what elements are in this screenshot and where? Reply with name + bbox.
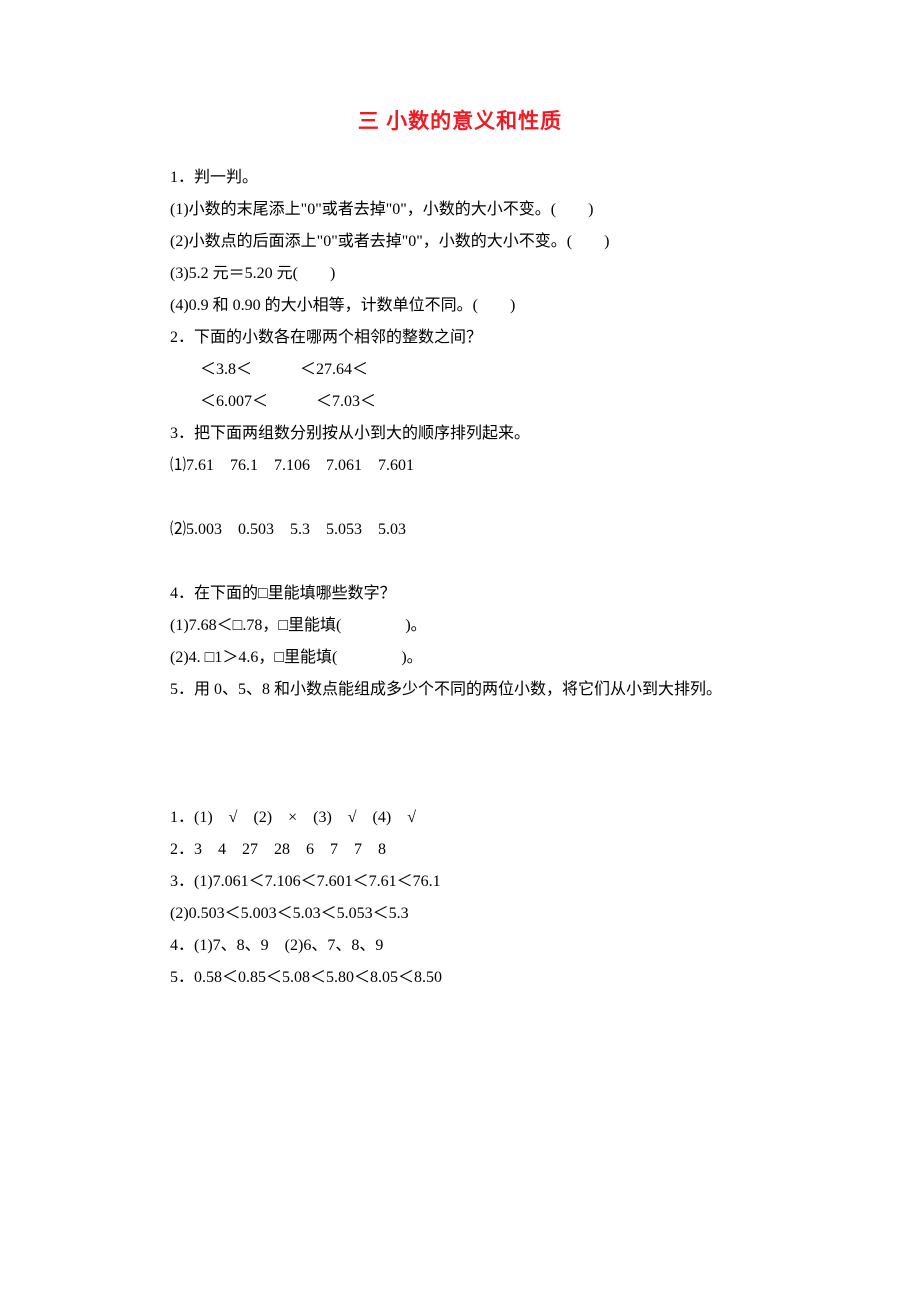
q1-stem: 1．判一判。: [170, 162, 750, 194]
spacer: [170, 482, 750, 514]
q4-stem: 4．在下面的□里能填哪些数字？: [170, 578, 750, 610]
q3-stem: 3．把下面两组数分别按从小到大的顺序排列起来。: [170, 418, 750, 450]
q1-item-4: (4)0.9 和 0.90 的大小相等，计数单位不同。( ): [170, 290, 750, 322]
ans-5: 5．0.58＜0.85＜5.08＜5.80＜8.05＜8.50: [170, 962, 750, 994]
q1-item-3: (3)5.2 元＝5.20 元( ): [170, 258, 750, 290]
ans-3-1: 3．(1)7.061＜7.106＜7.601＜7.61＜76.1: [170, 866, 750, 898]
q1-item-2: (2)小数点的后面添上"0"或者去掉"0"，小数的大小不变。( ): [170, 226, 750, 258]
ans-4: 4．(1)7、8、9 (2)6、7、8、9: [170, 930, 750, 962]
q3-item-2: ⑵5.003 0.503 5.3 5.053 5.03: [170, 514, 750, 546]
q2-stem: 2．下面的小数各在哪两个相邻的整数之间？: [170, 322, 750, 354]
q4-item-2: (2)4. □1＞4.6，□里能填( )。: [170, 642, 750, 674]
ans-1: 1．(1) √ (2) × (3) √ (4) √: [170, 802, 750, 834]
q5-stem: 5．用 0、5、8 和小数点能组成多少个不同的两位小数，将它们从小到大排列。: [170, 674, 750, 706]
q1-item-1: (1)小数的末尾添上"0"或者去掉"0"，小数的大小不变。( ): [170, 194, 750, 226]
page-title: 三 小数的意义和性质: [170, 100, 750, 142]
q4-item-1: (1)7.68＜□.78，□里能填( )。: [170, 610, 750, 642]
spacer: [170, 546, 750, 578]
q2-line-1: ＜3.8＜ ＜27.64＜: [170, 354, 750, 386]
ans-2: 2．3 4 27 28 6 7 7 8: [170, 834, 750, 866]
ans-3-2: (2)0.503＜5.003＜5.03＜5.053＜5.3: [170, 898, 750, 930]
spacer: [170, 706, 750, 802]
q3-item-1: ⑴7.61 76.1 7.106 7.061 7.601: [170, 450, 750, 482]
q2-line-2: ＜6.007＜ ＜7.03＜: [170, 386, 750, 418]
